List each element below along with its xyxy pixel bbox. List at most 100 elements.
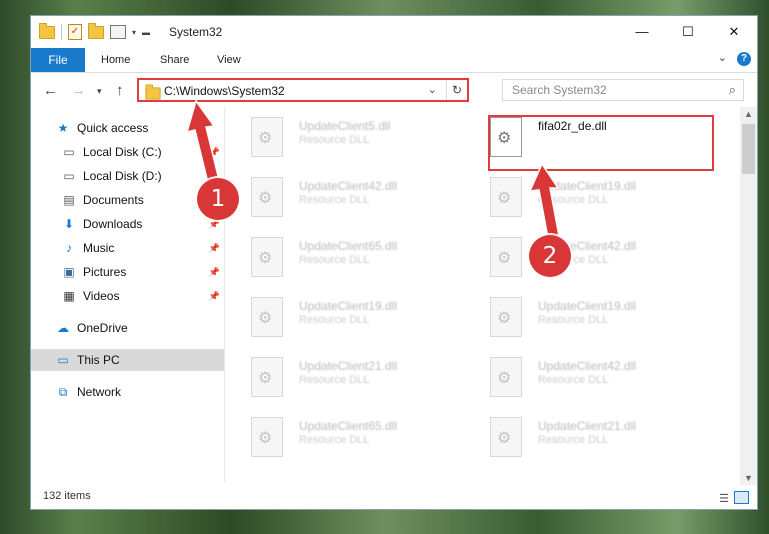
vertical-scrollbar[interactable]: ▲ ▼ xyxy=(740,107,757,485)
dll-file-icon xyxy=(490,297,522,337)
file-name: UpdateClient65.dll xyxy=(299,419,398,433)
toolbar-dropdown-icon[interactable]: ▬ xyxy=(142,28,150,37)
file-name: UpdateClient5.dll xyxy=(299,119,391,133)
search-icon[interactable]: ⌕ xyxy=(729,82,736,98)
up-arrow-icon[interactable]: ↑ xyxy=(116,82,124,99)
pin-icon[interactable]: 📌 xyxy=(209,243,220,254)
search-input[interactable]: Search System32 ⌕ xyxy=(502,79,744,101)
sidebar-item-quick-access[interactable]: ★ Quick access xyxy=(55,117,248,139)
address-path[interactable]: C:\Windows\System32 xyxy=(164,84,285,98)
sidebar-item-label: Local Disk (D:) xyxy=(83,169,162,183)
pin-icon[interactable]: 📌 xyxy=(209,219,220,230)
pin-icon[interactable]: 📌 xyxy=(209,291,220,302)
sidebar-item-downloads[interactable]: ⬇ Downloads 📌 xyxy=(61,213,224,235)
minimize-button[interactable]: — xyxy=(619,16,665,47)
title-bar: ✓ ▾ ▬ System32 — ☐ ✕ xyxy=(31,16,757,48)
folder-icon[interactable] xyxy=(39,22,55,39)
sidebar-item-network[interactable]: ⧉ Network xyxy=(55,381,224,403)
folder-icon xyxy=(145,84,161,100)
properties-icon[interactable] xyxy=(110,25,126,39)
drive-icon: ▭ xyxy=(63,169,75,183)
tab-file[interactable]: File xyxy=(31,48,85,72)
scroll-down-icon[interactable]: ▼ xyxy=(744,473,753,483)
sidebar-item-label: OneDrive xyxy=(77,321,128,335)
scrollbar-thumb[interactable] xyxy=(742,124,755,174)
details-view-icon[interactable]: ☰ xyxy=(719,492,729,505)
file-type: Resource DLL xyxy=(299,434,370,446)
tab-share[interactable]: Share xyxy=(160,48,189,72)
navigation-bar: ← → ▾ ↑ C:\Windows\System32 ⌄ ↻ Search S… xyxy=(31,73,757,107)
music-icon: ♪ xyxy=(66,241,72,255)
file-type: Resource DLL xyxy=(299,194,370,206)
address-dropdown-icon[interactable]: ⌄ xyxy=(428,83,437,96)
file-type: Resource DLL xyxy=(538,434,609,446)
dll-file-icon xyxy=(251,417,283,457)
scroll-up-icon[interactable]: ▲ xyxy=(744,109,753,119)
sidebar-item-label: Videos xyxy=(83,289,120,303)
file-type: Resource DLL xyxy=(299,134,370,146)
file-item[interactable]: UpdateClient42.dll Resource DLL xyxy=(466,227,681,279)
toolbar-divider xyxy=(61,24,62,40)
download-icon: ⬇ xyxy=(63,217,75,231)
network-icon: ⧉ xyxy=(58,384,68,399)
file-item[interactable]: UpdateClient42.dll Resource DLL xyxy=(466,347,681,399)
sidebar-item-pictures[interactable]: ▣ Pictures 📌 xyxy=(61,261,224,283)
file-type: Resource DLL xyxy=(538,314,609,326)
file-type: Resource DLL xyxy=(538,374,609,386)
file-item[interactable]: UpdateClient21.dll Resource DLL xyxy=(227,347,442,399)
file-item[interactable]: UpdateClient65.dll Resource DLL xyxy=(227,407,442,459)
item-count: 132 items xyxy=(43,490,91,502)
file-name: UpdateClient19.dll xyxy=(538,179,637,193)
file-type: Resource DLL xyxy=(299,314,370,326)
file-name: UpdateClient42.dll xyxy=(538,359,637,373)
back-arrow-icon[interactable]: ← xyxy=(43,82,58,99)
pin-icon[interactable]: 📌 xyxy=(209,147,220,158)
address-bar[interactable]: C:\Windows\System32 ⌄ ↻ xyxy=(137,78,469,102)
sidebar-item-label: Pictures xyxy=(83,265,127,279)
tab-view[interactable]: View xyxy=(217,48,241,72)
expand-ribbon-icon[interactable]: ⌄ xyxy=(718,51,727,64)
status-bar: 132 items ☰ xyxy=(31,488,757,510)
file-item[interactable]: UpdateClient5.dll Resource DLL xyxy=(227,107,442,159)
forward-arrow-icon[interactable]: → xyxy=(71,82,86,99)
recent-locations-icon[interactable]: ▾ xyxy=(97,86,102,97)
sidebar-item-label: This PC xyxy=(77,353,120,367)
file-type: Resource DLL xyxy=(299,254,370,266)
sidebar-item-this-pc[interactable]: ▭ This PC xyxy=(31,349,224,371)
sidebar-item-local-disk-d[interactable]: ▭ Local Disk (D:) xyxy=(61,165,224,187)
customize-toolbar-icon[interactable]: ▾ xyxy=(132,28,136,37)
file-item[interactable]: UpdateClient65.dll Resource DLL xyxy=(227,227,442,279)
large-icons-view-icon[interactable] xyxy=(734,491,749,504)
new-folder-icon[interactable] xyxy=(88,22,104,39)
explorer-window: ✓ ▾ ▬ System32 — ☐ ✕ File Home Share Vie… xyxy=(30,15,758,510)
sidebar-item-label: Local Disk (C:) xyxy=(83,145,162,159)
sidebar-item-label: Quick access xyxy=(77,121,149,135)
dll-file-icon xyxy=(490,237,522,277)
sidebar-item-onedrive[interactable]: ☁ OneDrive xyxy=(55,317,224,339)
close-button[interactable]: ✕ xyxy=(711,16,757,47)
tab-home[interactable]: Home xyxy=(101,48,130,72)
dll-file-icon xyxy=(251,237,283,277)
file-type: Resource DLL xyxy=(299,374,370,386)
file-item[interactable]: UpdateClient19.dll Resource DLL xyxy=(466,287,681,339)
help-icon[interactable]: ? xyxy=(737,52,751,66)
file-name: UpdateClient21.dll xyxy=(299,359,398,373)
pane-divider[interactable] xyxy=(224,107,225,482)
pin-icon[interactable]: 📌 xyxy=(209,267,220,278)
sidebar-item-videos[interactable]: ▦ Videos 📌 xyxy=(61,285,224,307)
sidebar-item-local-disk-c[interactable]: ▭ Local Disk (C:) 📌 xyxy=(61,141,224,163)
sidebar-item-music[interactable]: ♪ Music 📌 xyxy=(61,237,224,259)
target-file-highlight xyxy=(488,115,714,171)
properties-check-icon[interactable]: ✓ xyxy=(68,24,82,40)
sidebar-item-label: Downloads xyxy=(83,217,143,231)
file-name: UpdateClient42.dll xyxy=(299,179,398,193)
search-placeholder: Search System32 xyxy=(512,83,607,97)
cloud-icon: ☁ xyxy=(57,321,69,335)
file-item[interactable]: UpdateClient19.dll Resource DLL xyxy=(466,167,681,219)
file-item[interactable]: UpdateClient19.dll Resource DLL xyxy=(227,287,442,339)
file-item[interactable]: UpdateClient42.dll Resource DLL xyxy=(227,167,442,219)
file-item[interactable]: UpdateClient21.dll Resource DLL xyxy=(466,407,681,459)
maximize-button[interactable]: ☐ xyxy=(665,16,711,47)
navigation-pane: ★ Quick access ▭ Local Disk (C:) 📌 ▭ Loc… xyxy=(31,107,224,482)
refresh-icon[interactable]: ↻ xyxy=(446,80,467,100)
